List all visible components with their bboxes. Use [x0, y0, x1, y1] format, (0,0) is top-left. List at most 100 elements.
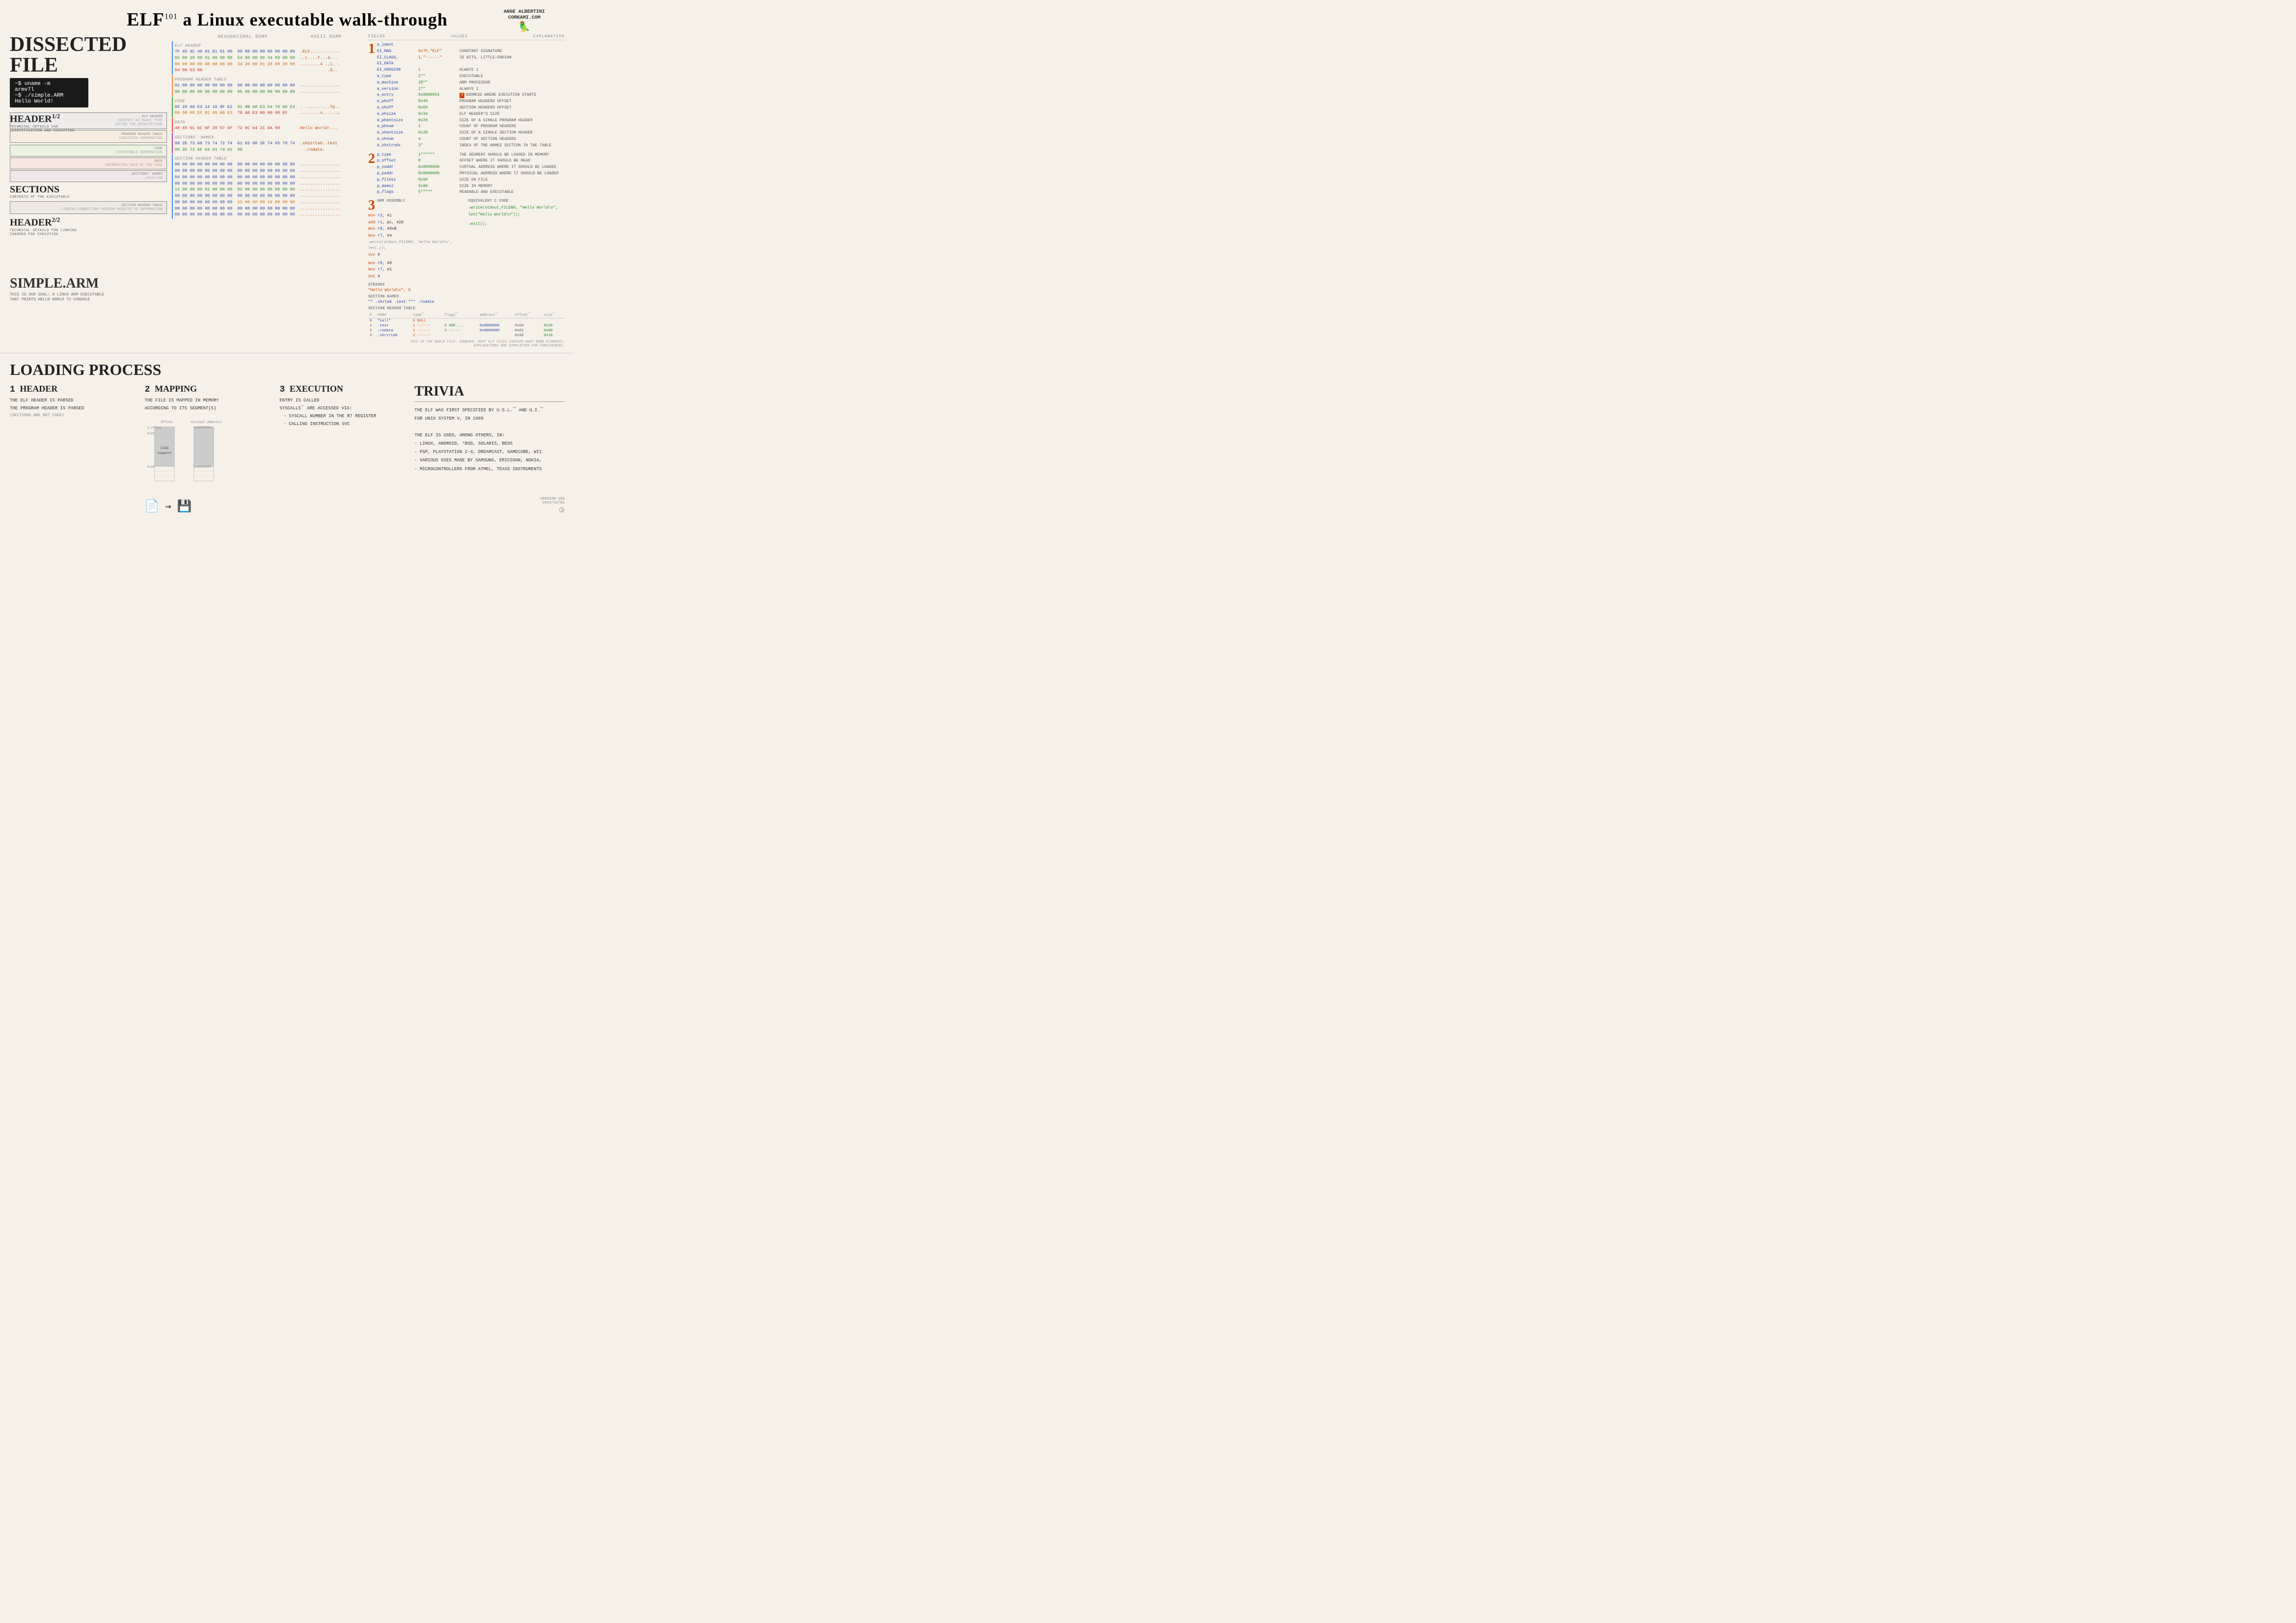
hex-panel: HEXADECIMAL DUMP ASCII DUMP ELF HEADER 7…	[172, 34, 363, 348]
file-name-block: SIMPLE.ARM THIS IS OUR GOAL: A LINUX ARM…	[10, 276, 167, 303]
hex-row-1: 7F 45 4C 46 01 01 01 00 00 00 00 00 00 0…	[175, 49, 361, 55]
hex-sht-1: 00 00 00 00 00 00 00 00 00 00 00 00 00 0…	[175, 161, 361, 168]
loading-step-3: 3 EXECUTION ENTRY IS CALLED SYSCALLS"" A…	[280, 384, 405, 514]
sht-row-1: 1 .text 1 ------ 6 SHF_... 0x8000060 0x6…	[368, 323, 565, 328]
title-elf: ELF	[127, 9, 164, 30]
sht-header-row: # NAME TYPE"" FLAGS"" ADDRESS"" OFFSET""…	[368, 312, 565, 318]
explanation-col-header: EXPLANATION	[533, 34, 565, 39]
hex-section-names: SECTIONS' NAMES 00 2E 73 68 73 74 72 74 …	[172, 133, 363, 154]
sht-body: 0 "null" 0 NULL 1 .text 1 ------ 6 SHF_.…	[368, 318, 565, 338]
section1-header: 1 e_ident EI_MAG 0x7F,"ELF" CONSTANT SIG…	[368, 42, 565, 149]
prog-header-sublabel: EXECUTION INFORMATION	[14, 136, 162, 140]
code-box: CODE EXECUTABLE INFORMATION	[10, 145, 167, 157]
type-field: p_type	[377, 152, 416, 159]
hex-row-7: 05 20 A0 E3 14 10 8F E2 01 0B A0 E3 54 7…	[175, 104, 361, 110]
trivia-section: TRIVIA THE ELF WAS FIRST SPECIFIED BY U.…	[414, 384, 565, 514]
data-label: DATA	[14, 160, 162, 163]
code-sublabel: EXECUTABLE INFORMATION	[14, 151, 162, 155]
sht-label: SECTION HEADER TABLE	[14, 204, 162, 208]
equiv-c-code: →write(stdout_FILENO, "Hello World\n", l…	[468, 205, 565, 228]
secnames-box: SECTIONS' NAMES .shstrtab	[10, 170, 167, 182]
loading-grid: 1 HEADER THE ELF HEADER IS PARSED THE PR…	[10, 384, 565, 514]
version-date: 2013/12/06	[540, 501, 565, 505]
memory-diagram-container: Offset Virtual Address LOAD Segment	[145, 417, 270, 514]
hex-sht-5: 11 00 00 00 01 00 00 00 02 00 00 00 00 0…	[175, 186, 361, 193]
terminal-line-2: armv7l	[15, 87, 83, 93]
hex-sht-4: 00 00 00 00 06 00 00 00 00 00 00 00 00 0…	[175, 181, 361, 187]
loading-step-1: 1 HEADER THE ELF HEADER IS PARSED THE PR…	[10, 384, 135, 514]
left-panel: DISSECTED FILE ~$ uname -m armv7l ~$ ./s…	[10, 34, 167, 348]
hex-code: CODE 05 20 A0 E3 14 10 8F E2 01 0B A0 E3…	[172, 97, 363, 118]
hex-row-9: 48 65 6C 6C 6F 20 57 6F 72 6C 64 21 0A 0…	[175, 125, 361, 132]
step3-body: ENTRY IS CALLED SYSCALLS"" ARE ACCESSED …	[280, 397, 405, 428]
section3-content: 3 ARM ASSEMBLY mov r2, #1 add r1, pc, #2…	[368, 199, 565, 280]
svg-text:0x8000090+: 0x8000090+	[194, 465, 212, 469]
header-2-label: HEADER2/2 TECHNICAL DETAILS FOR LINKINGI…	[10, 216, 167, 237]
trivia-body: THE ELF WAS FIRST SPECIFIED BY U.S.L."" …	[414, 406, 565, 474]
terminal-line-4: Hello World!	[15, 99, 83, 105]
prog-header-label: PROGRAM HEADER TABLE	[14, 133, 162, 136]
fields-header: FIELDS VALUES EXPLANATION	[368, 34, 565, 40]
sht-col-name: NAME	[376, 312, 411, 318]
section1-fields: e_ident EI_MAG 0x7F,"ELF" CONSTANT SIGNA…	[377, 42, 565, 149]
terminal-box: ~$ uname -m armv7l ~$ ./simple.ARM Hello…	[10, 78, 88, 107]
sections-label: SECTIONS CONTENTS OF THE EXECUTABLE	[10, 184, 167, 199]
trivia-title: TRIVIA	[414, 384, 565, 402]
arm-assembly-block: 3 ARM ASSEMBLY mov r2, #1 add r1, pc, #2…	[368, 199, 464, 280]
sht-col-size: SIZE""	[542, 312, 565, 318]
title-subtitle: a Linux executable walk-through	[183, 10, 448, 29]
right-panel: FIELDS VALUES EXPLANATION 1 e_ident EI_M…	[368, 34, 565, 348]
step3-title: EXECUTION	[290, 384, 343, 394]
title-sup: 101	[164, 12, 178, 21]
page-title: ELF101 a Linux executable walk-through	[127, 9, 448, 30]
ascii-dump-header: ASCII DUMP	[311, 34, 342, 39]
terminal-line-3: ~$ ./simple.ARM	[15, 93, 83, 99]
loading-section: LOADING PROCESS 1 HEADER THE ELF HEADER …	[0, 353, 574, 519]
loading-step-2: 2 MAPPING THE FILE IS MAPPED IN MEMORY A…	[145, 384, 270, 514]
hex-sht-2: 00 00 00 00 00 00 00 00 00 00 00 00 00 0…	[175, 168, 361, 174]
file-name: SIMPLE.ARM	[10, 276, 167, 292]
author-icon: 🦜	[504, 21, 545, 33]
strings-block: STRINGS "Hello World\n", 0	[368, 283, 565, 293]
hex-row-6: 90 00 00 00 90 00 00 00 05 00 00 00 00 0…	[175, 89, 361, 95]
step2-body: THE FILE IS MAPPED IN MEMORY ACCORDING T…	[145, 397, 270, 412]
file-icon: 📄	[145, 499, 160, 514]
header-1-label: HEADER1/2 TECHNICAL DETAILS FORIDENTIFIC…	[10, 112, 75, 133]
terminal-line-1: ~$ uname -m	[15, 81, 83, 87]
strings-values: "Hello World\n", 0	[368, 288, 565, 293]
main-content: DISSECTED FILE ~$ uname -m armv7l ~$ ./s…	[0, 34, 574, 348]
hex-elf-header: ELF HEADER 7F 45 4C 46 01 01 01 00 00 00…	[172, 41, 363, 75]
step2-title: MAPPING	[155, 384, 197, 394]
equiv-c-block: EQUIVALENT C CODE →write(stdout_FILENO, …	[468, 199, 565, 280]
data-sublabel: INFORMATION USED BY THE CODE	[14, 163, 162, 167]
arm-asm-code: mov r2, #1 add r1, pc, #20 mov r0, #0xB …	[368, 213, 464, 280]
svg-text:Segment: Segment	[157, 452, 171, 455]
svg-text:0x8000000+: 0x8000000+	[194, 426, 212, 429]
svg-text:Offset: Offset	[161, 421, 173, 425]
version-text: VERSION 10A	[540, 497, 565, 501]
hex-column-headers: HEXADECIMAL DUMP ASCII DUMP	[172, 34, 363, 39]
file-structure-area: ELF HEADER IDENTIFY AS MAGIC TYPEDEFINE …	[10, 112, 167, 237]
sht-row-2: 2 .rodata 1 ------ 2 ------ 0x8000080 0x…	[368, 328, 565, 333]
hex-dump-header: HEXADECIMAL DUMP	[217, 34, 268, 39]
step1-body: THE ELF HEADER IS PARSED THE PROGRAM HEA…	[10, 397, 135, 420]
version-block: VERSION 10A 2013/12/06 🄯	[540, 497, 565, 515]
author-text: ANGE ALBERTINI CORKAMI.COM	[504, 9, 545, 21]
file-subtitle: THIS IS OUR GOAL: A LINUX ARM EXECUTABLE…	[10, 293, 167, 303]
annotation-section-2: 2 p_type 1"""""" THE SEGMENT SHOULD BE L…	[368, 152, 565, 196]
arrow-icon: ⇒	[165, 500, 171, 513]
hex-row-8: 00 00 00 EF B1 00 A0 E3 78 A0 E3 00 00 0…	[175, 110, 361, 116]
hex-sht-6: 00 00 00 00 00 00 00 00 00 00 00 00 00 0…	[175, 193, 361, 199]
hex-row-5: 01 00 00 00 00 00 00 00 00 00 00 00 00 0…	[175, 82, 361, 89]
sections-group: CODE EXECUTABLE INFORMATION DATA INFORMA…	[10, 145, 167, 182]
svg-text:0x00: 0x00	[147, 432, 155, 435]
title-author: ANGE ALBERTINI CORKAMI.COM 🦜	[504, 9, 545, 33]
hex-sht-3: 04 00 00 00 00 00 00 00 00 00 00 00 00 0…	[175, 174, 361, 181]
hex-sht-8: 00 00 00 00 00 00 00 00 00 00 00 00 00 0…	[175, 206, 361, 212]
arm-asm-header: ARM ASSEMBLY	[377, 199, 405, 203]
hex-row-11: 00 2E 72 6F 64 61 74 61 00 .rodata.	[175, 147, 361, 153]
hex-sht-9: 00 00 00 00 00 00 00 00 00 00 00 00 00 0…	[175, 212, 361, 218]
sht-col-addr: ADDRESS""	[478, 312, 513, 318]
secnames-sublabel: .shstrtab	[14, 176, 162, 180]
sht-note: THIS IS THE WHOLE FILE. HOWEVER, MOST EL…	[368, 340, 565, 348]
